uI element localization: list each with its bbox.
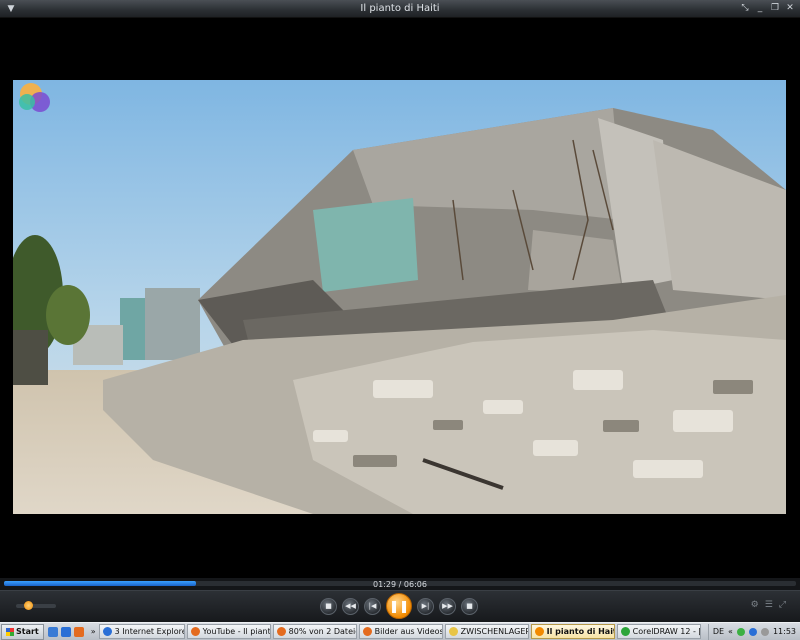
app-icon: [102, 627, 112, 636]
close-button[interactable]: ✕: [784, 3, 796, 15]
taskbar-button[interactable]: ZWISCHENLAGER: [444, 624, 529, 639]
app-icon: [362, 627, 372, 636]
pause-button[interactable]: ❚❚: [386, 593, 412, 619]
app-icon: [448, 627, 458, 636]
taskbar-button-label: YouTube - Il pianto ...: [202, 627, 271, 636]
stop-button[interactable]: ■: [320, 597, 337, 615]
rewind-icon: ◀◀: [345, 602, 356, 610]
taskbar-button-label: CorelDRAW 12 - [Gr...: [632, 627, 700, 636]
app-icon: [534, 627, 544, 636]
previous-button[interactable]: |◀: [364, 597, 381, 615]
seek-track[interactable]: [4, 581, 796, 586]
quick-launch-overflow[interactable]: »: [91, 627, 96, 636]
taskbar-button-label: 3 Internet Explorer: [114, 627, 185, 636]
taskbar-button[interactable]: Bilder aus Videos sc...: [358, 624, 443, 639]
stop-icon: ■: [325, 602, 332, 610]
task-list: 3 Internet Explorer YouTube - Il pianto .…: [98, 624, 703, 639]
language-indicator[interactable]: DE: [713, 627, 724, 636]
volume-knob[interactable]: [24, 601, 33, 610]
taskbar-button[interactable]: 3 Internet Explorer: [98, 624, 185, 639]
settings-icon[interactable]: ⚙: [751, 600, 759, 610]
control-panel: ■ ◀◀ |◀ ❚❚ ▶| ▶▶ ■ ⚙ ☰ ⤢: [0, 590, 800, 622]
network-icon[interactable]: [736, 627, 745, 636]
system-tray: DE « 11:53: [707, 623, 800, 640]
security-icon[interactable]: [748, 627, 757, 636]
ie-icon[interactable]: [60, 626, 71, 637]
firefox-icon[interactable]: [73, 626, 84, 637]
app-icon: [276, 627, 286, 636]
window-title: Il pianto di Haiti: [360, 3, 440, 14]
volume-slider[interactable]: [16, 601, 56, 610]
window-controls: ⤡ _ ❐ ✕: [739, 3, 796, 15]
taskbar-button-label: 80% von 2 Dateien...: [288, 627, 356, 636]
app-icon: [190, 627, 200, 636]
taskbar-button-label: Il pianto di Haiti...: [546, 627, 614, 636]
taskbar-button-label: ZWISCHENLAGER: [460, 627, 529, 636]
video-frame[interactable]: [13, 80, 786, 514]
compact-mode-icon[interactable]: ⤡: [739, 3, 751, 15]
tray-overflow[interactable]: «: [728, 627, 733, 636]
quick-launch: [47, 626, 84, 637]
seek-progress: [4, 581, 197, 586]
restore-button[interactable]: ❐: [769, 3, 781, 15]
rewind-button[interactable]: ◀◀: [342, 597, 359, 615]
next-icon: ▶|: [421, 602, 430, 610]
taskbar-button[interactable]: CorelDRAW 12 - [Gr...: [616, 624, 701, 639]
previous-icon: |◀: [368, 602, 377, 610]
pause-icon: ❚❚: [388, 599, 410, 613]
taskbar-button-label: Bilder aus Videos sc...: [374, 627, 443, 636]
open-button[interactable]: ■: [461, 597, 478, 615]
show-desktop-icon[interactable]: [47, 626, 58, 637]
transport-controls: ■ ◀◀ |◀ ❚❚ ▶| ▶▶ ■: [320, 593, 478, 619]
fast-forward-icon: ▶▶: [442, 602, 453, 610]
fullscreen-icon[interactable]: ⤢: [779, 600, 786, 610]
title-bar: ▼ Il pianto di Haiti ⤡ _ ❐ ✕: [0, 0, 800, 18]
fast-forward-button[interactable]: ▶▶: [439, 597, 456, 615]
minimize-button[interactable]: _: [754, 3, 766, 15]
video-player[interactable]: [0, 18, 800, 578]
seek-bar[interactable]: [0, 578, 800, 590]
windows-logo-icon: [6, 627, 14, 636]
taskbar: Start » 3 Internet Explorer YouTube - Il …: [0, 622, 800, 640]
start-label: Start: [16, 627, 39, 636]
taskbar-button[interactable]: Il pianto di Haiti...: [530, 624, 615, 639]
clock: 11:53: [772, 627, 796, 636]
taskbar-button[interactable]: YouTube - Il pianto ...: [186, 624, 271, 639]
start-button[interactable]: Start: [1, 623, 44, 640]
next-button[interactable]: ▶|: [417, 597, 434, 615]
app-icon: [620, 627, 630, 636]
speaker-icon[interactable]: [760, 627, 769, 636]
eject-icon: ■: [466, 602, 473, 610]
taskbar-button[interactable]: 80% von 2 Dateien...: [272, 624, 357, 639]
earthquake-rubble-scene: [13, 80, 786, 514]
panel-right-icons: ⚙ ☰ ⤢: [751, 600, 786, 610]
playlist-icon[interactable]: ☰: [765, 600, 773, 610]
